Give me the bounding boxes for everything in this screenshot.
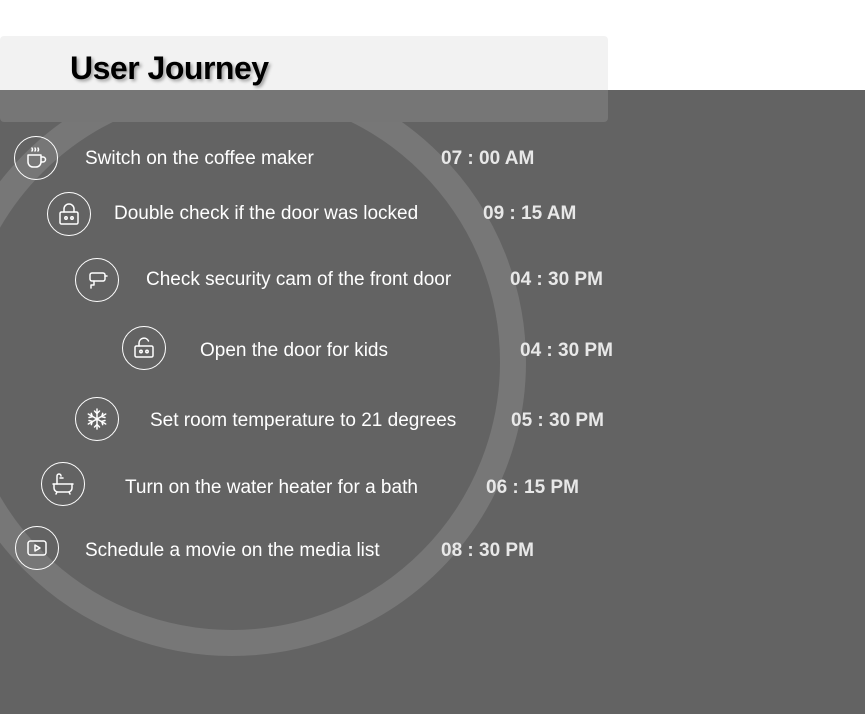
security-camera-icon xyxy=(75,258,119,302)
title-card-bottom xyxy=(0,90,608,122)
step-label: Turn on the water heater for a bath xyxy=(125,477,418,498)
step-label: Switch on the coffee maker xyxy=(85,148,314,169)
step-time: 06 : 15 PM xyxy=(486,477,579,498)
step-time: 08 : 30 PM xyxy=(441,540,534,561)
page-title: User Journey xyxy=(70,50,269,86)
snowflake-icon xyxy=(75,397,119,441)
play-button-icon xyxy=(15,526,59,570)
step-label: Set room temperature to 21 degrees xyxy=(150,410,457,431)
step-time: 09 : 15 AM xyxy=(483,203,577,224)
step-time: 04 : 30 PM xyxy=(520,340,613,361)
step-label: Check security cam of the front door xyxy=(146,269,452,290)
coffee-cup-icon xyxy=(14,136,58,180)
step-time: 04 : 30 PM xyxy=(510,269,603,290)
bathtub-icon xyxy=(41,462,85,506)
step-label: Open the door for kids xyxy=(200,340,388,361)
step-label: Schedule a movie on the media list xyxy=(85,540,380,561)
padlock-icon xyxy=(47,192,91,236)
unlocked-padlock-icon xyxy=(122,326,166,370)
step-time: 05 : 30 PM xyxy=(511,410,604,431)
step-label: Double check if the door was locked xyxy=(114,203,419,224)
user-journey-diagram: User Journey Switch on the coffee maker … xyxy=(0,0,865,714)
step-time: 07 : 00 AM xyxy=(441,148,535,169)
